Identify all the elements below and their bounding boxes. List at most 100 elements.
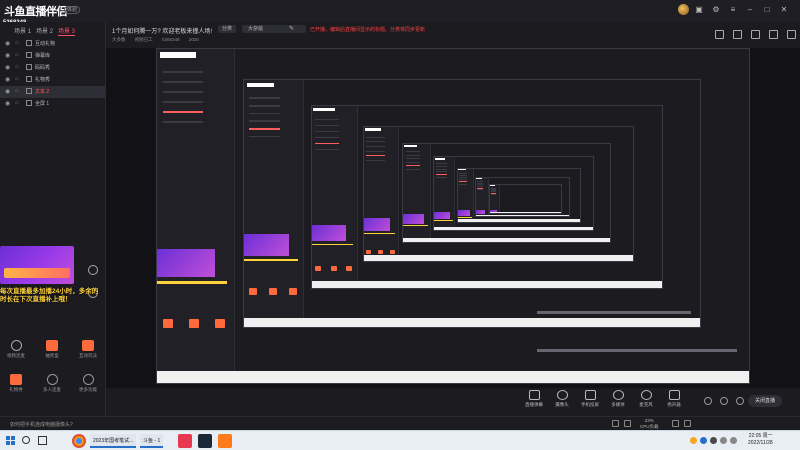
lock-icon[interactable]: ⌂: [15, 40, 21, 46]
eye-icon[interactable]: ◉: [5, 52, 11, 59]
stats-icon[interactable]: [672, 420, 679, 427]
layout-icon[interactable]: [715, 30, 724, 39]
warning-text: 已开播，编辑后直播间显示的标题、分类将同步更新: [310, 27, 426, 33]
wifi-icon[interactable]: [720, 437, 727, 444]
close-icon[interactable]: ✕: [779, 5, 789, 15]
edit-icon[interactable]: ✎: [289, 25, 294, 32]
nested-layer-row: [163, 111, 203, 113]
nested-layer-row: [405, 158, 420, 160]
nested-promo-text: [403, 225, 428, 227]
speaker-button[interactable]: 扬声器: [660, 390, 688, 408]
layer-name: 码码秀: [35, 65, 51, 71]
nested-layer-row: [366, 141, 385, 143]
user-avatar[interactable]: [678, 4, 689, 15]
taskbar-task[interactable]: 2023年国考笔试...: [90, 434, 137, 448]
close-live-button[interactable]: 关闭直播: [748, 395, 782, 407]
eye-icon[interactable]: ◉: [5, 40, 11, 47]
multi-connect-button[interactable]: 多人连麦: [40, 374, 64, 393]
layer-item[interactable]: ◉ ⌂ 弹幕库: [0, 50, 105, 62]
task-view-icon[interactable]: [38, 436, 47, 445]
effect-icon[interactable]: [704, 397, 712, 405]
sub-item: 2020: [188, 37, 199, 42]
chat-icon[interactable]: [684, 420, 691, 427]
nested-taskbar: [457, 219, 580, 222]
layer-item[interactable]: ◉ ⌂ 码码秀: [0, 62, 105, 74]
sub-item[interactable]: 视频已工: [135, 37, 153, 42]
lock-icon[interactable]: ⌂: [15, 52, 21, 58]
lock-icon[interactable]: ⌂: [15, 100, 21, 106]
lock-icon[interactable]: ⌂: [15, 64, 21, 70]
windows-start-icon[interactable]: [6, 436, 16, 446]
douyu-icon[interactable]: [218, 434, 232, 448]
interactive-button[interactable]: 互动玩法: [76, 340, 100, 359]
media-button[interactable]: 多媒体: [604, 390, 632, 408]
beauty-icon[interactable]: [720, 397, 728, 405]
preview-stage[interactable]: [106, 48, 800, 388]
volume-icon[interactable]: [730, 437, 737, 444]
promo-banner[interactable]: [0, 246, 74, 284]
network-icon[interactable]: [624, 420, 631, 427]
taskbar-clock[interactable]: 22:05 周一 2022/11/28: [748, 433, 773, 447]
help-link[interactable]: 如何把手机连成电脑摄像头?: [10, 421, 73, 428]
refresh-icon[interactable]: [769, 30, 778, 39]
more-icon: [82, 374, 94, 385]
eye-icon[interactable]: ◉: [5, 88, 11, 95]
stream-title[interactable]: 1个月如何腾一万? 欢迎老板来撞人场!: [112, 26, 212, 35]
promo-settings-icon[interactable]: [88, 265, 98, 275]
multi-connect-icon: [46, 374, 58, 385]
steam-icon[interactable]: [198, 434, 212, 448]
tool-icon[interactable]: [787, 30, 796, 39]
layer-type-icon: [26, 64, 32, 70]
layer-item[interactable]: ◉ ⌂ 全屏 1: [0, 98, 105, 110]
nested-logo: [458, 169, 466, 171]
lottery-button[interactable]: 抽奖盒: [40, 340, 64, 359]
layer-item[interactable]: ◉ ⌂ 礼物秀: [0, 74, 105, 86]
tray-icon[interactable]: [690, 437, 697, 444]
nested-logo: [246, 82, 275, 88]
settings-icon[interactable]: ⚙: [711, 5, 721, 15]
chrome-icon[interactable]: [72, 434, 86, 448]
taskbar-search-icon[interactable]: [22, 436, 30, 444]
danmu-button[interactable]: 直播弹幕: [520, 390, 548, 408]
microphone-icon: [640, 390, 652, 400]
eye-icon[interactable]: ◉: [5, 64, 11, 71]
eye-icon[interactable]: ◉: [5, 100, 11, 107]
skin-icon[interactable]: ▣: [694, 5, 704, 15]
nested-controls: [537, 349, 737, 352]
maximize-icon[interactable]: □: [762, 5, 772, 15]
microphone-button[interactable]: 麦克风: [632, 390, 660, 408]
promo-gift-strip: [4, 268, 70, 278]
control-label: 扬声器: [667, 402, 681, 407]
lock-icon[interactable]: ⌂: [15, 88, 21, 94]
more-button[interactable]: 更多功能: [76, 374, 100, 393]
eye-icon[interactable]: ◉: [5, 76, 11, 83]
tab-scene-1[interactable]: 场景 1: [14, 26, 31, 35]
layer-item-selected[interactable]: ◉ ⌂ 文本 2: [0, 86, 105, 98]
layer-item[interactable]: ◉ ⌂ 互动礼物: [0, 38, 105, 50]
taskbar-task[interactable]: 斗鱼 - 1: [140, 434, 164, 448]
lock-icon[interactable]: [733, 30, 742, 39]
nested-promo: [476, 209, 486, 215]
video-connect-button[interactable]: 视频连麦: [4, 340, 28, 359]
nested-layer-row: [459, 183, 468, 185]
nested-taskbar: [490, 211, 562, 214]
tab-scene-3[interactable]: 场景 3: [58, 26, 76, 36]
nested-layer-row: [459, 177, 468, 179]
category-tag[interactable]: 分类: [218, 25, 237, 33]
app-red-icon[interactable]: [178, 434, 192, 448]
lock-icon[interactable]: ⌂: [15, 76, 21, 82]
tray-icon[interactable]: [710, 437, 717, 444]
filter-icon[interactable]: [736, 397, 744, 405]
menu-icon[interactable]: ≡: [728, 5, 738, 15]
info-icon[interactable]: [612, 420, 619, 427]
camera-button[interactable]: 摄像头: [548, 390, 576, 408]
gift-show-button[interactable]: 礼物秀: [4, 374, 28, 393]
version-badge[interactable]: 体验: [64, 6, 80, 14]
record-icon[interactable]: [751, 30, 760, 39]
tray-icon[interactable]: [700, 437, 707, 444]
sub-item[interactable]: 大多数: [112, 37, 126, 42]
category-select[interactable]: 大杂烩: [242, 25, 306, 33]
phone-cast-button[interactable]: 手机投屏: [576, 390, 604, 408]
tab-scene-2[interactable]: 场景 2: [36, 26, 53, 35]
minimize-icon[interactable]: –: [745, 5, 755, 15]
